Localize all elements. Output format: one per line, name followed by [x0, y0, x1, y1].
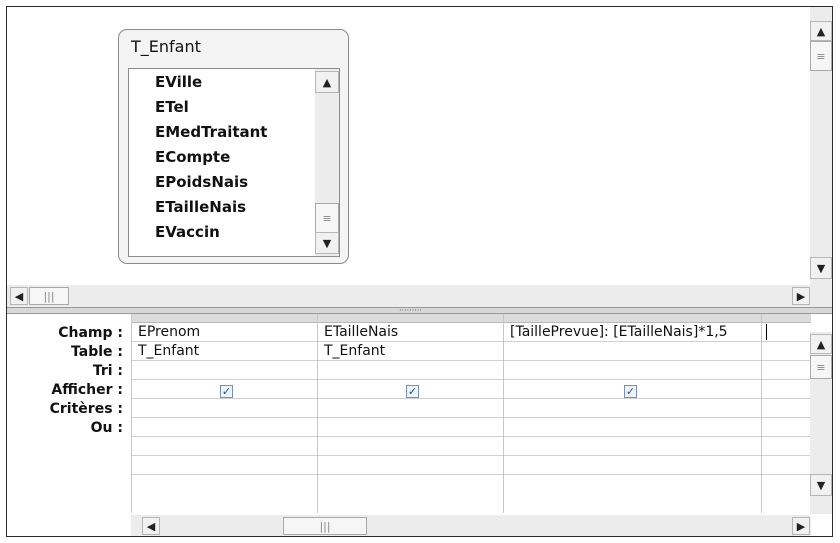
field-list-scroll-thumb[interactable]: ≡: [315, 203, 339, 233]
field-item[interactable]: ETel: [155, 98, 189, 116]
grid-column[interactable]: [761, 314, 811, 513]
field-item[interactable]: ETailleNais: [155, 198, 246, 216]
field-list[interactable]: EVille ETel EMedTraitant ECompte EPoidsN…: [128, 68, 340, 257]
afficher-checkbox[interactable]: ✓: [220, 385, 233, 398]
scroll-up-arrow-icon[interactable]: ▲: [315, 71, 339, 93]
table-pane-hscroll-thumb[interactable]: |||: [29, 287, 69, 305]
row-label-ou: Ou :: [90, 420, 123, 436]
splitter-grip-icon[interactable]: ·········: [399, 307, 422, 315]
table-cell[interactable]: T_Enfant: [324, 343, 385, 359]
afficher-checkbox[interactable]: ✓: [624, 385, 637, 398]
champ-cell[interactable]: EPrenom: [138, 324, 200, 340]
scroll-right-arrow-icon[interactable]: ▶: [792, 517, 810, 535]
row-label-table: Table :: [71, 344, 123, 360]
scroll-right-arrow-icon[interactable]: ▶: [792, 287, 810, 305]
design-grid-hscroll-thumb[interactable]: |||: [283, 517, 367, 535]
field-item[interactable]: ECompte: [155, 148, 230, 166]
scroll-down-arrow-icon[interactable]: ▼: [810, 257, 832, 279]
afficher-checkbox[interactable]: ✓: [406, 385, 419, 398]
table-cell[interactable]: T_Enfant: [138, 343, 199, 359]
scroll-up-arrow-icon[interactable]: ▲: [810, 21, 832, 41]
row-label-tri: Tri :: [92, 363, 123, 379]
field-item[interactable]: EPoidsNais: [155, 173, 248, 191]
design-grid: EPrenom T_Enfant ✓ ETailleNais T_Enfant …: [131, 314, 811, 513]
design-grid-pane: Champ : Table : Tri : Afficher : Critère…: [7, 314, 832, 536]
scroll-up-arrow-icon[interactable]: ▲: [810, 334, 832, 354]
champ-cell[interactable]: ETailleNais: [324, 324, 398, 340]
table-title[interactable]: T_Enfant: [131, 37, 201, 56]
column-selector[interactable]: [762, 314, 811, 323]
column-selector[interactable]: [318, 314, 503, 323]
scroll-left-arrow-icon[interactable]: ◀: [142, 517, 160, 535]
field-item[interactable]: EMedTraitant: [155, 123, 267, 141]
table-field-list-window[interactable]: T_Enfant EVille ETel EMedTraitant ECompt…: [118, 29, 349, 264]
grid-column[interactable]: EPrenom T_Enfant ✓: [131, 314, 317, 513]
scroll-left-arrow-icon[interactable]: ◀: [10, 287, 28, 305]
table-pane-vscroll-thumb[interactable]: ≡: [810, 41, 832, 71]
query-design-window: T_Enfant EVille ETel EMedTraitant ECompt…: [6, 6, 833, 537]
row-label-champ: Champ :: [58, 325, 123, 341]
champ-cell[interactable]: [TaillePrevue]: [ETailleNais]*1,5: [510, 324, 728, 340]
column-selector[interactable]: [504, 314, 761, 323]
table-pane-hscrollbar[interactable]: [7, 285, 832, 307]
row-label-criteres: Critères :: [49, 401, 123, 417]
grid-column[interactable]: ETailleNais T_Enfant ✓: [317, 314, 503, 513]
scroll-down-arrow-icon[interactable]: ▼: [315, 232, 339, 254]
row-label-afficher: Afficher :: [51, 382, 123, 398]
field-item[interactable]: EVaccin: [155, 223, 220, 241]
field-item[interactable]: EVille: [155, 73, 202, 91]
scroll-down-arrow-icon[interactable]: ▼: [810, 474, 832, 496]
column-selector[interactable]: [132, 314, 317, 323]
design-grid-hscrollbar[interactable]: [131, 515, 811, 536]
grid-column[interactable]: [TaillePrevue]: [ETailleNais]*1,5 ✓: [503, 314, 767, 513]
table-pane: T_Enfant EVille ETel EMedTraitant ECompt…: [7, 7, 832, 307]
pane-splitter[interactable]: ·········: [7, 307, 832, 315]
design-grid-vscroll-thumb[interactable]: ≡: [810, 355, 832, 379]
